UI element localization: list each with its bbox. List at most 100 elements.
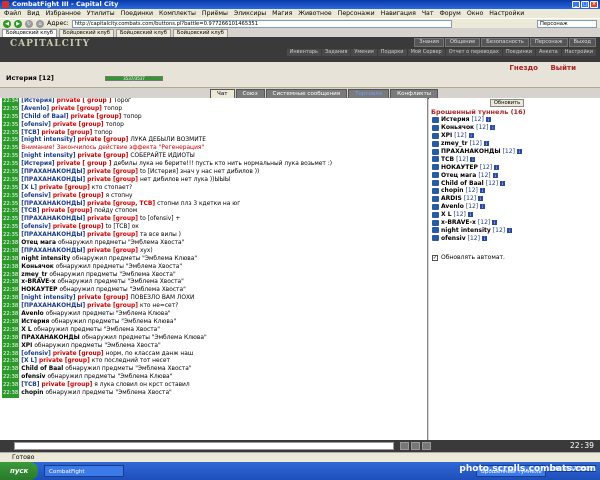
info-icon[interactable]: i — [500, 180, 506, 186]
top-menu-item[interactable]: Персонаж — [529, 38, 568, 47]
private-tag[interactable]: private [group] — [78, 295, 129, 303]
sub-menu-item[interactable]: Анкета — [535, 49, 561, 56]
sub-menu-item[interactable]: Поединки — [502, 49, 535, 56]
chat-nick[interactable]: x-BRAVE-x — [21, 279, 55, 287]
private-tag[interactable]: private [group] — [39, 358, 90, 366]
user-name[interactable]: Отец мага — [441, 172, 476, 179]
chat-nick[interactable]: [ПРАХАНАКОНДЫ] — [21, 248, 85, 256]
user-name[interactable]: XPI — [441, 132, 452, 139]
chat-nick[interactable]: [ПРАХАНАКОНДЫ] — [21, 177, 85, 185]
chat-nick[interactable]: [ofensiv] — [21, 122, 51, 130]
chat-nick[interactable]: [Истерия] — [21, 98, 54, 106]
user-name[interactable]: Child of Baal — [441, 180, 484, 187]
private-tag[interactable]: private [ group ] — [57, 161, 112, 169]
chat-nick[interactable]: Child of Baal — [21, 366, 63, 374]
private-tag[interactable]: private [group] — [78, 153, 129, 161]
info-icon[interactable]: i — [481, 235, 487, 241]
chat-nick[interactable]: chopin — [21, 390, 43, 398]
user-row[interactable]: Child of Baal [12] i — [432, 179, 592, 187]
private-tag[interactable]: private [group] — [87, 177, 138, 185]
search-input[interactable]: Персонаж — [537, 19, 597, 28]
auto-refresh-checkbox[interactable]: ✓ — [432, 254, 438, 261]
forward-icon[interactable]: ▶ — [14, 19, 22, 28]
user-row[interactable]: ПРАХАНАКОНДЫ [12] i — [432, 148, 592, 156]
private-tag[interactable]: private [group] — [53, 193, 104, 201]
private-tag[interactable]: private [group] — [41, 130, 92, 138]
private-tag[interactable]: private [group] — [87, 169, 138, 177]
private-tag[interactable]: private [group] — [87, 232, 138, 240]
user-row[interactable]: Истерия [12] i — [432, 116, 592, 124]
chat-nick[interactable]: X L — [21, 327, 31, 335]
user-name[interactable]: chopin — [441, 187, 464, 194]
browser-tab[interactable]: Бойцовский клуб — [2, 29, 57, 37]
sub-menu-item[interactable]: Настройки — [561, 49, 596, 56]
menu-item[interactable]: Вид — [27, 9, 40, 18]
private-tag[interactable]: private [group] — [71, 114, 122, 122]
info-icon[interactable]: i — [483, 141, 489, 147]
menu-item[interactable]: Эликсиры — [234, 9, 266, 18]
user-name[interactable]: x-BRAVE-x — [441, 219, 476, 226]
chat-nick[interactable]: [ТСВ] — [21, 208, 39, 216]
chat-nick[interactable]: [ТСВ] — [21, 382, 39, 390]
menu-item[interactable]: Персонажи — [338, 9, 375, 18]
info-icon[interactable]: i — [470, 156, 476, 162]
info-icon[interactable]: i — [468, 133, 474, 139]
top-menu-item[interactable]: Общение — [444, 38, 481, 47]
info-icon[interactable]: i — [467, 212, 473, 218]
user-row[interactable]: chopin [12] i — [432, 187, 592, 195]
back-icon[interactable]: ◀ — [3, 19, 11, 28]
info-icon[interactable]: i — [492, 172, 498, 178]
menu-item[interactable]: Избранное — [46, 9, 81, 18]
sub-menu-item[interactable]: Задания — [322, 49, 351, 56]
info-icon[interactable]: i — [480, 204, 486, 210]
info-icon[interactable]: i — [478, 196, 484, 202]
user-row[interactable]: XPI [12] i — [432, 132, 592, 140]
user-row[interactable]: X L [12] i — [432, 211, 592, 219]
task-combatfight[interactable]: CombatFight — [44, 465, 124, 477]
chat-nick[interactable]: [ПРАХАНАКОНДЫ] — [21, 216, 85, 224]
user-row[interactable]: ARDIS [12] i — [432, 195, 592, 203]
private-tag[interactable]: private [group] — [51, 106, 102, 114]
private-tag[interactable]: private [group] — [87, 248, 138, 256]
sub-menu-item[interactable]: Отчет о переводах — [445, 49, 502, 56]
info-icon[interactable]: i — [494, 164, 500, 170]
top-menu-item[interactable]: Знания — [414, 38, 444, 47]
chat-nick[interactable]: ofensiv — [21, 374, 45, 382]
exit-link[interactable]: Выйти — [550, 64, 576, 72]
chat-nick[interactable]: [ofensiv] — [21, 193, 51, 201]
menu-item[interactable]: Поединки — [121, 9, 153, 18]
private-tag[interactable]: private [ group ] — [57, 98, 112, 106]
private-tag[interactable]: private [group] — [39, 185, 90, 193]
sub-menu-item[interactable]: Подарки — [377, 49, 407, 56]
sub-menu-item[interactable]: Умения — [351, 49, 377, 56]
character-name[interactable]: Истерия [12] — [6, 74, 54, 82]
user-name[interactable]: zmey_tr — [441, 140, 468, 147]
private-tag[interactable]: private [group] — [41, 208, 92, 216]
menu-item[interactable]: Навигация — [381, 9, 416, 18]
menu-item[interactable]: Комплекты — [159, 9, 196, 18]
info-icon[interactable]: i — [479, 188, 485, 194]
menu-item[interactable]: Чат — [422, 9, 434, 18]
chat-nick[interactable]: [ofensiv] — [21, 224, 51, 232]
home-icon[interactable]: ⌂ — [36, 19, 44, 28]
menu-item[interactable]: Магия — [272, 9, 292, 18]
user-row[interactable]: x-BRAVE-x [12] i — [432, 219, 592, 227]
browser-tab[interactable]: Бойцовский клуб — [172, 29, 228, 37]
user-row[interactable]: Отец мага [12] i — [432, 171, 592, 179]
chat-nick[interactable]: [night intensity] — [21, 295, 75, 303]
chat-nick[interactable]: [Child of Baal] — [21, 114, 68, 122]
refresh-icon[interactable]: ↻ — [25, 19, 33, 28]
user-name[interactable]: X L — [441, 211, 452, 218]
user-name[interactable]: ПРАХАНАКОНДЫ — [441, 148, 501, 155]
auto-refresh-row[interactable]: ✓ Обновлять автомат. — [432, 254, 505, 261]
chat-nick[interactable]: [X L] — [21, 358, 37, 366]
maximize-icon[interactable]: □ — [581, 1, 589, 8]
clear-button[interactable] — [422, 442, 431, 450]
menu-item[interactable]: Утилиты — [87, 9, 115, 18]
top-menu-item[interactable]: Безопасность — [481, 38, 529, 47]
address-input[interactable]: http://capitalcity.combats.com/buttons.p… — [71, 19, 452, 28]
chat-nick[interactable]: Отец мага — [21, 240, 56, 248]
send-button[interactable] — [400, 442, 409, 450]
menu-item[interactable]: Форум — [439, 9, 460, 18]
user-row[interactable]: Avenlo [12] i — [432, 203, 592, 211]
